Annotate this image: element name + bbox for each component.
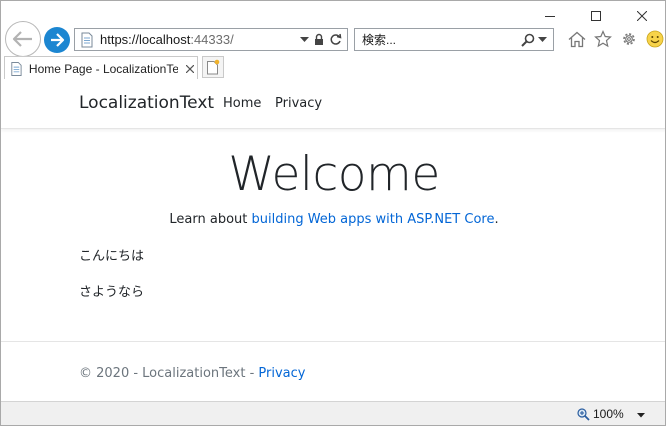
tab-home-page[interactable]: Home Page - LocalizationTe... xyxy=(4,56,198,80)
search-box[interactable]: 検索... xyxy=(354,28,554,51)
farewell-text: さようなら xyxy=(79,285,145,300)
tab-label: Home Page - LocalizationTe... xyxy=(28,61,179,76)
page-heading: Welcome xyxy=(228,147,440,202)
address-bar[interactable]: https://localhost:44333/ xyxy=(74,28,348,51)
close-icon[interactable] xyxy=(182,61,197,77)
aspnet-core-link[interactable]: building Web apps with ASP.NET Core xyxy=(252,212,495,227)
back-arrow-icon xyxy=(12,31,32,47)
forward-button[interactable] xyxy=(44,27,70,53)
window-caption-buttons xyxy=(527,1,665,31)
search-icon[interactable] xyxy=(521,33,535,47)
nav-link-home[interactable]: Home xyxy=(223,96,261,111)
forward-arrow-icon xyxy=(51,33,65,47)
dropdown-icon[interactable] xyxy=(300,36,309,43)
learn-about-text: Learn about building Web apps with ASP.N… xyxy=(169,212,499,227)
url-text[interactable]: https://localhost:44333/ xyxy=(100,32,234,47)
search-dropdown-icon[interactable] xyxy=(538,36,547,43)
refresh-icon[interactable] xyxy=(329,33,342,46)
new-tab-button[interactable] xyxy=(202,56,224,78)
zoom-level: 100% xyxy=(593,407,624,421)
close-button[interactable] xyxy=(619,1,665,31)
maximize-button[interactable] xyxy=(573,1,619,31)
minimize-button[interactable] xyxy=(527,1,573,31)
new-tab-icon xyxy=(207,59,220,75)
home-icon[interactable] xyxy=(567,29,587,49)
zoom-icon xyxy=(577,407,590,421)
zoom-dropdown-icon[interactable] xyxy=(635,409,647,421)
browser-window: https://localhost:44333/ 検索... Home Page… xyxy=(0,0,666,426)
back-button[interactable] xyxy=(5,21,41,57)
site-brand-link[interactable]: LocalizationText xyxy=(79,93,214,113)
lock-icon[interactable] xyxy=(314,33,324,46)
site-footer: © 2020 - LocalizationText - Privacy xyxy=(1,341,665,401)
footer-text: © 2020 - LocalizationText - Privacy xyxy=(79,366,306,381)
greeting-text: こんにちは xyxy=(79,249,145,264)
settings-gear-icon[interactable] xyxy=(619,29,639,49)
page-viewport: LocalizationText Home Privacy Welcome Le… xyxy=(1,79,665,401)
zoom-control[interactable]: 100% xyxy=(577,407,624,421)
site-navbar: LocalizationText Home Privacy xyxy=(1,79,665,129)
tab-page-icon xyxy=(11,61,22,76)
browser-toolbar xyxy=(567,29,665,49)
page-icon xyxy=(81,32,93,47)
smiley-feedback-icon[interactable] xyxy=(645,29,665,49)
search-input[interactable]: 検索... xyxy=(355,31,396,48)
nav-link-privacy[interactable]: Privacy xyxy=(275,96,322,111)
status-bar: 100% xyxy=(1,401,665,425)
favorites-star-icon[interactable] xyxy=(593,29,613,49)
footer-privacy-link[interactable]: Privacy xyxy=(258,366,305,381)
